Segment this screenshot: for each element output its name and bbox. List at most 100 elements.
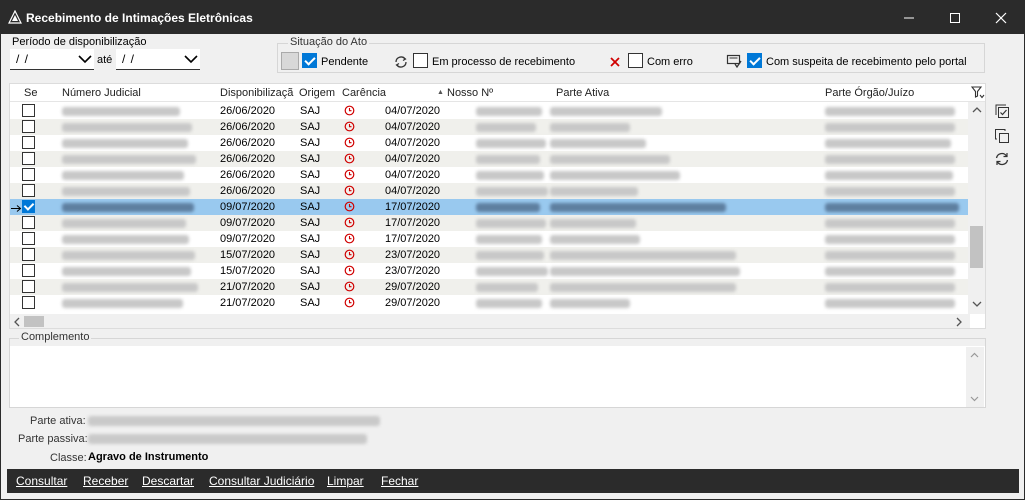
check-all-icon[interactable] — [994, 103, 1010, 119]
carencia-cell: 17/07/2020 — [385, 233, 441, 245]
parte-orgao-redacted — [825, 251, 955, 260]
limpar-button[interactable]: Limpar — [327, 474, 364, 488]
table-row[interactable]: 26/06/2020 SAJ 04/07/2020 — [10, 183, 970, 199]
table-row[interactable]: 26/06/2020 SAJ 04/07/2020 — [10, 167, 970, 183]
table-row[interactable]: 26/06/2020 SAJ 04/07/2020 — [10, 119, 970, 135]
grid-vertical-scrollbar[interactable] — [968, 102, 985, 314]
consultar-judiciario-button[interactable]: Consultar Judiciário — [209, 474, 314, 488]
table-row[interactable]: 09/07/2020 SAJ 17/07/2020 — [10, 215, 970, 231]
classe-label: Classe: — [50, 452, 87, 464]
main-window: Recebimento de Intimações Eletrônicas Pe… — [0, 0, 1025, 500]
date-from-value: / / — [16, 52, 30, 66]
scroll-up-icon[interactable] — [970, 352, 979, 358]
table-row[interactable]: 09/07/2020 SAJ 17/07/2020 — [10, 231, 970, 247]
row-select-checkbox[interactable] — [22, 264, 35, 277]
date-from-combo[interactable]: / / — [10, 49, 94, 70]
pendente-status-swatch — [281, 52, 299, 70]
minimize-button[interactable] — [886, 1, 932, 34]
nosso-numero-redacted — [476, 107, 542, 116]
descartar-button[interactable]: Descartar — [142, 474, 194, 488]
clock-icon — [344, 137, 355, 148]
filter-columns-icon[interactable] — [971, 85, 985, 100]
scroll-up-icon[interactable] — [972, 106, 982, 113]
table-row[interactable]: 26/06/2020 SAJ 04/07/2020 — [10, 135, 970, 151]
origem-cell: SAJ — [300, 185, 321, 197]
portal-suspect-icon — [726, 54, 742, 69]
em-processo-label: Em processo de recebimento — [432, 56, 576, 68]
complemento-scrollbar[interactable] — [966, 347, 984, 407]
scroll-down-icon[interactable] — [970, 396, 979, 402]
origem-cell: SAJ — [300, 265, 321, 277]
row-select-checkbox[interactable] — [22, 152, 35, 165]
disponibilizacao-cell: 26/06/2020 — [220, 105, 276, 117]
com-erro-checkbox[interactable] — [628, 53, 643, 68]
sort-ascending-icon: ▲ — [437, 89, 444, 96]
table-row[interactable]: 15/07/2020 SAJ 23/07/2020 — [10, 263, 970, 279]
pendente-checkbox[interactable] — [302, 53, 317, 68]
parte-orgao-redacted — [825, 235, 955, 244]
col-header-parte-orgao[interactable]: Parte Órgão/Juízo — [825, 87, 914, 99]
suspeita-checkbox[interactable] — [747, 53, 762, 68]
chevron-down-icon — [78, 55, 92, 64]
copy-icon[interactable] — [994, 128, 1010, 144]
numero-judicial-redacted — [62, 251, 195, 260]
vertical-scroll-thumb[interactable] — [970, 226, 983, 268]
col-header-origem[interactable]: Origem — [299, 87, 335, 99]
col-header-nosso-numero[interactable]: Nosso Nº — [447, 87, 493, 99]
scroll-right-icon[interactable] — [956, 317, 963, 327]
row-select-checkbox[interactable] — [22, 104, 35, 117]
chevron-down-icon — [184, 55, 198, 64]
row-select-checkbox[interactable] — [22, 248, 35, 261]
table-row[interactable]: 15/07/2020 SAJ 23/07/2020 — [10, 247, 970, 263]
scroll-down-icon[interactable] — [972, 301, 982, 308]
row-select-checkbox[interactable] — [22, 184, 35, 197]
consultar-button[interactable]: Consultar — [16, 474, 67, 488]
parte-ativa-redacted — [550, 155, 670, 164]
numero-judicial-redacted — [62, 219, 186, 228]
row-select-checkbox[interactable] — [22, 280, 35, 293]
col-header-parte-ativa[interactable]: Parte Ativa — [556, 87, 609, 99]
col-header-select[interactable]: Se — [24, 87, 37, 99]
parte-ativa-redacted — [550, 187, 638, 196]
intimacoes-grid: Se Número Judicial Disponibilizaçã Orige… — [9, 83, 986, 329]
row-select-checkbox[interactable] — [22, 216, 35, 229]
table-row[interactable]: 09/07/2020 SAJ 17/07/2020 — [10, 199, 970, 215]
em-processo-checkbox[interactable] — [413, 53, 428, 68]
complemento-box[interactable] — [9, 338, 986, 408]
row-select-checkbox[interactable] — [22, 120, 35, 133]
parte-ativa-redacted — [550, 219, 636, 228]
row-select-checkbox[interactable] — [22, 232, 35, 245]
col-header-numero[interactable]: Número Judicial — [62, 87, 141, 99]
row-select-checkbox[interactable] — [22, 136, 35, 149]
table-row[interactable]: 26/06/2020 SAJ 04/07/2020 — [10, 103, 970, 119]
maximize-button[interactable] — [932, 1, 978, 34]
row-select-checkbox[interactable] — [22, 168, 35, 181]
col-header-disponibilizacao[interactable]: Disponibilizaçã — [220, 87, 298, 99]
carencia-cell: 23/07/2020 — [385, 265, 441, 277]
grid-horizontal-scrollbar[interactable] — [10, 314, 970, 328]
clock-icon — [344, 185, 355, 196]
col-header-carencia[interactable]: Carência — [342, 87, 386, 99]
parte-orgao-redacted — [825, 283, 955, 292]
horizontal-scroll-thumb[interactable] — [24, 316, 44, 327]
table-row[interactable]: 21/07/2020 SAJ 29/07/2020 — [10, 295, 970, 311]
table-row[interactable]: 26/06/2020 SAJ 04/07/2020 — [10, 151, 970, 167]
scroll-left-icon[interactable] — [13, 317, 20, 327]
table-row[interactable]: 21/07/2020 SAJ 29/07/2020 — [10, 279, 970, 295]
parte-orgao-redacted — [825, 219, 955, 228]
refresh-icon[interactable] — [994, 151, 1010, 167]
close-button[interactable] — [978, 1, 1024, 34]
fechar-button[interactable]: Fechar — [381, 474, 418, 488]
complemento-label: Complemento — [19, 331, 92, 343]
carencia-cell: 23/07/2020 — [385, 249, 441, 261]
row-select-checkbox[interactable] — [22, 296, 35, 309]
clock-icon — [344, 281, 355, 292]
date-to-combo[interactable]: / / — [116, 49, 200, 70]
row-select-checkbox[interactable] — [22, 200, 35, 213]
parte-ativa-label: Parte ativa: — [30, 415, 86, 427]
receber-button[interactable]: Receber — [83, 474, 128, 488]
carencia-cell: 29/07/2020 — [385, 281, 441, 293]
clock-icon — [344, 105, 355, 116]
classe-value: Agravo de Instrumento — [88, 451, 209, 463]
origem-cell: SAJ — [300, 249, 321, 261]
